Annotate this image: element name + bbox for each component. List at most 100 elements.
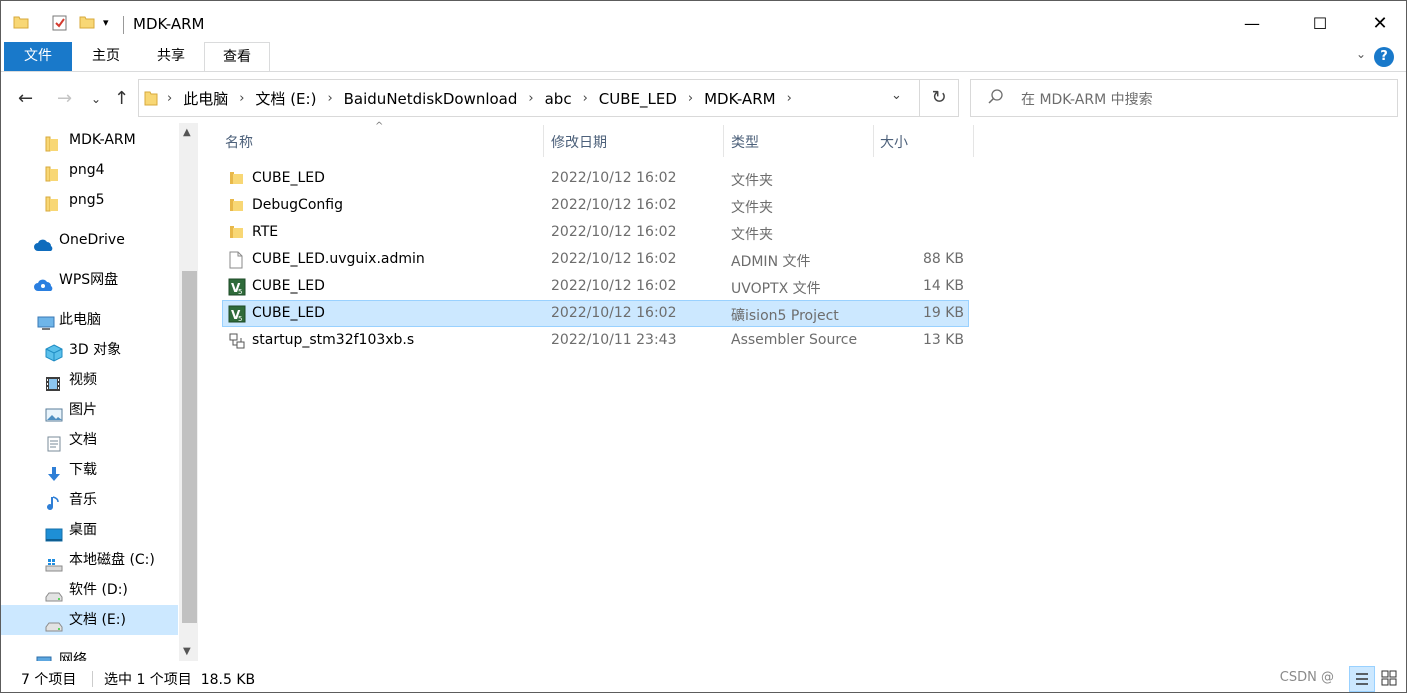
tab-view[interactable]: 查看	[204, 42, 270, 72]
folder-icon	[144, 90, 158, 110]
file-date: 2022/10/12 16:02	[551, 278, 677, 294]
nav-item-wps-drive[interactable]: WPS网盘	[1, 265, 178, 295]
navigation-pane: MDK-ARM png4 png5 OneDrive WPS网盘 此电脑 3D …	[1, 123, 198, 661]
column-header-type[interactable]: 类型	[731, 129, 759, 157]
column-header-name[interactable]: 名称	[225, 129, 253, 157]
title-bar[interactable]: ▾ MDK-ARM — ☐ ✕	[1, 4, 1406, 42]
chevron-right-icon[interactable]: ›	[528, 91, 533, 106]
file-row[interactable]: CUBE_LED.uvguix.admin 2022/10/12 16:02 A…	[222, 247, 969, 273]
tab-home[interactable]: 主页	[81, 42, 131, 71]
nav-item-this-pc[interactable]: 此电脑	[1, 305, 178, 335]
breadcrumb-this-pc[interactable]: 此电脑	[183, 88, 228, 109]
breadcrumb-drive-e[interactable]: 文档 (E:)	[255, 88, 316, 109]
svg-text:5: 5	[238, 315, 242, 323]
navigation-scrollbar-thumb[interactable]	[182, 271, 197, 623]
column-divider[interactable]	[543, 125, 544, 157]
nav-item-drive-d[interactable]: 软件 (D:)	[1, 575, 178, 605]
properties-checkmark-icon[interactable]	[51, 14, 69, 36]
chevron-right-icon[interactable]: ›	[787, 91, 792, 106]
ribbon-divider	[1, 71, 1406, 72]
file-type: UVOPTX 文件	[731, 281, 821, 297]
close-button[interactable]: ✕	[1357, 7, 1403, 41]
maximize-button[interactable]: ☐	[1297, 7, 1343, 41]
details-view-button[interactable]	[1349, 666, 1375, 692]
nav-item-onedrive[interactable]: OneDrive	[1, 225, 178, 255]
nav-item-desktop[interactable]: 桌面	[1, 515, 178, 545]
nav-item-network[interactable]: 网络	[1, 645, 178, 661]
file-name: CUBE_LED.uvguix.admin	[252, 251, 425, 267]
up-arrow-icon[interactable]: ↑	[114, 88, 129, 109]
watermark: CSDN @	[1279, 670, 1334, 685]
back-arrow-icon[interactable]: ←	[18, 88, 33, 109]
file-row-selected[interactable]: V5 CUBE_LED 2022/10/12 16:02 礦ision5 Pro…	[222, 300, 969, 327]
scroll-down-arrow-icon[interactable]: ▼	[183, 646, 191, 657]
nav-item-3d-objects[interactable]: 3D 对象	[1, 335, 178, 365]
breadcrumb-cube-led[interactable]: CUBE_LED	[599, 90, 677, 108]
scroll-up-arrow-icon[interactable]: ▲	[183, 127, 191, 138]
customize-toolbar-dropdown-icon[interactable]: ▾	[103, 16, 109, 29]
file-type: Assembler Source	[731, 332, 858, 348]
nav-item-downloads[interactable]: 下载	[1, 455, 178, 485]
address-history-dropdown-icon[interactable]: ⌄	[891, 88, 902, 103]
folder-icon	[228, 170, 244, 190]
refresh-button[interactable]: ↻	[919, 79, 959, 117]
breadcrumb-abc[interactable]: abc	[545, 90, 572, 108]
file-row[interactable]: CUBE_LED 2022/10/12 16:02 文件夹	[222, 166, 969, 192]
item-count: 7 个项目	[21, 672, 77, 688]
breadcrumb-mdk-arm[interactable]: MDK-ARM	[704, 90, 775, 108]
divider	[92, 671, 93, 687]
file-size: 13 KB	[922, 332, 964, 348]
breadcrumb: › 此电脑 › 文档 (E:) › BaiduNetdiskDownload ›…	[167, 88, 803, 109]
nav-item-mdk-arm[interactable]: MDK-ARM	[1, 125, 178, 155]
column-divider[interactable]	[873, 125, 874, 157]
status-bar: 7 个项目 选中 1 个项目 18.5 KB CSDN @	[1, 665, 1406, 692]
nav-item-drive-c[interactable]: 本地磁盘 (C:)	[1, 545, 178, 575]
column-divider[interactable]	[973, 125, 974, 157]
sort-ascending-icon: ^	[375, 121, 384, 132]
tab-file[interactable]: 文件	[4, 42, 72, 71]
file-type: 文件夹	[731, 227, 773, 243]
selection-info: 选中 1 个项目 18.5 KB	[104, 672, 256, 688]
chevron-right-icon[interactable]: ›	[327, 91, 332, 106]
file-type: 文件夹	[731, 200, 773, 216]
chevron-right-icon[interactable]: ›	[239, 91, 244, 106]
tab-share[interactable]: 共享	[146, 42, 196, 71]
breadcrumb-baidunetdisk[interactable]: BaiduNetdiskDownload	[344, 90, 518, 108]
file-date: 2022/10/12 16:02	[551, 305, 677, 321]
help-button[interactable]: ?	[1374, 47, 1394, 67]
file-row[interactable]: V5 CUBE_LED 2022/10/12 16:02 UVOPTX 文件 1…	[222, 274, 969, 300]
chevron-right-icon[interactable]: ›	[583, 91, 588, 106]
file-row[interactable]: startup_stm32f103xb.s 2022/10/11 23:43 A…	[222, 328, 969, 354]
forward-arrow-icon[interactable]: →	[57, 88, 72, 109]
nav-item-videos[interactable]: 视频	[1, 365, 178, 395]
minimize-button[interactable]: —	[1229, 7, 1275, 41]
file-size: 88 KB	[922, 251, 964, 267]
ribbon-expand-chevron-icon[interactable]: ⌄	[1356, 47, 1366, 61]
recent-locations-chevron-icon[interactable]: ⌄	[91, 92, 101, 106]
file-row[interactable]: DebugConfig 2022/10/12 16:02 文件夹	[222, 193, 969, 219]
column-divider[interactable]	[723, 125, 724, 157]
folder-icon	[228, 197, 244, 217]
chevron-right-icon[interactable]: ›	[688, 91, 693, 106]
file-date: 2022/10/12 16:02	[551, 170, 677, 186]
file-row[interactable]: RTE 2022/10/12 16:02 文件夹	[222, 220, 969, 246]
folder-icon	[13, 14, 29, 34]
file-type: 礦ision5 Project	[731, 308, 839, 324]
large-icons-view-button[interactable]	[1377, 666, 1401, 690]
nav-item-drive-e[interactable]: 文档 (E:)	[1, 605, 178, 635]
chevron-right-icon[interactable]: ›	[167, 91, 172, 106]
nav-item-pictures[interactable]: 图片	[1, 395, 178, 425]
search-placeholder[interactable]: 在 MDK-ARM 中搜索	[1021, 89, 1153, 109]
column-header-date[interactable]: 修改日期	[551, 129, 607, 157]
svg-text:5: 5	[238, 288, 242, 296]
nav-item-music[interactable]: 音乐	[1, 485, 178, 515]
nav-item-png5[interactable]: png5	[1, 185, 178, 215]
new-folder-icon[interactable]	[79, 14, 95, 34]
column-header-size[interactable]: 大小	[880, 129, 908, 157]
file-date: 2022/10/12 16:02	[551, 197, 677, 213]
nav-item-documents[interactable]: 文档	[1, 425, 178, 455]
file-explorer-window: ▾ MDK-ARM — ☐ ✕ 文件 主页 共享 查看 ⌄ ? ← → ⌄ ↑ …	[0, 0, 1407, 693]
nav-item-png4[interactable]: png4	[1, 155, 178, 185]
file-date: 2022/10/12 16:02	[551, 251, 677, 267]
search-icon	[987, 88, 1005, 110]
